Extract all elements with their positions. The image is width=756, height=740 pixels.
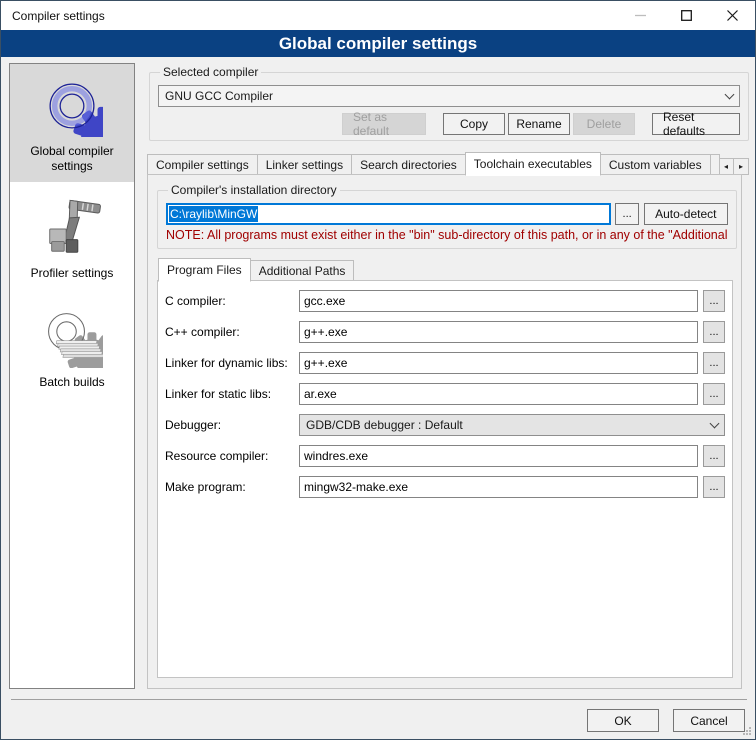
settings-category-list: Global compiler settings xyxy=(9,63,135,689)
resource-compiler-input[interactable] xyxy=(299,445,698,467)
compiler-select[interactable]: GNU GCC Compiler xyxy=(158,85,740,107)
toolchain-executables-page: Compiler's installation directory C:\ray… xyxy=(147,174,742,689)
sidebar-item-label: Profiler settings xyxy=(31,266,114,281)
program-files-panel: C compiler: ... C++ compiler: ... Linker… xyxy=(157,280,733,678)
form-row-debugger: Debugger: GDB/CDB debugger : Default xyxy=(165,414,725,436)
caliper-icon xyxy=(40,196,104,260)
sidebar-item-profiler-settings[interactable]: Profiler settings xyxy=(10,186,134,289)
rename-button[interactable]: Rename xyxy=(508,113,570,135)
form-row-c-compiler: C compiler: ... xyxy=(165,290,725,312)
cpp-compiler-label: C++ compiler: xyxy=(165,325,299,339)
installation-directory-note: NOTE: All programs must exist either in … xyxy=(166,228,728,242)
form-row-make-program: Make program: ... xyxy=(165,476,725,498)
copy-button[interactable]: Copy xyxy=(443,113,505,135)
selected-compiler-group: Selected compiler GNU GCC Compiler Set a… xyxy=(149,65,749,141)
debugger-select-value: GDB/CDB debugger : Default xyxy=(306,418,711,432)
chevron-down-icon xyxy=(725,89,735,99)
make-program-browse-button[interactable]: ... xyxy=(703,476,725,498)
sidebar-item-label: Batch builds xyxy=(39,375,104,390)
titlebar: Compiler settings xyxy=(1,1,755,30)
settings-tabs: Compiler settings Linker settings Search… xyxy=(147,151,749,175)
linker-dynamic-input[interactable] xyxy=(299,352,698,374)
installation-directory-group: Compiler's installation directory C:\ray… xyxy=(157,183,737,249)
tab-linker-settings[interactable]: Linker settings xyxy=(257,154,352,175)
tab-scroll-left-button[interactable]: ◂ xyxy=(718,158,734,175)
linker-static-browse-button[interactable]: ... xyxy=(703,383,725,405)
maximize-icon xyxy=(681,10,692,21)
cancel-button[interactable]: Cancel xyxy=(673,709,745,732)
installation-directory-value: C:\raylib\MinGW xyxy=(169,206,258,222)
form-row-resource-compiler: Resource compiler: ... xyxy=(165,445,725,467)
debugger-select[interactable]: GDB/CDB debugger : Default xyxy=(299,414,725,436)
tab-compiler-settings[interactable]: Compiler settings xyxy=(147,154,258,175)
cpp-compiler-browse-button[interactable]: ... xyxy=(703,321,725,343)
c-compiler-label: C compiler: xyxy=(165,294,299,308)
tab-toolchain-executables[interactable]: Toolchain executables xyxy=(465,152,601,176)
tab-custom-variables[interactable]: Custom variables xyxy=(600,154,711,175)
linker-static-label: Linker for static libs: xyxy=(165,387,299,401)
main-panel: Selected compiler GNU GCC Compiler Set a… xyxy=(147,63,749,689)
delete-button[interactable]: Delete xyxy=(573,113,635,135)
dialog-header-banner: Global compiler settings xyxy=(1,30,755,57)
compiler-select-value: GNU GCC Compiler xyxy=(165,89,726,103)
debugger-label: Debugger: xyxy=(165,418,299,432)
form-row-linker-static: Linker for static libs: ... xyxy=(165,383,725,405)
sidebar-item-batch-builds[interactable]: Batch builds xyxy=(10,295,134,398)
tab-program-files[interactable]: Program Files xyxy=(158,258,251,282)
compiler-buttons-row: Set as default Copy Rename Delete Reset … xyxy=(158,113,740,135)
minimize-icon xyxy=(635,10,646,21)
footer-buttons: OK Cancel xyxy=(587,709,745,732)
form-row-cpp-compiler: C++ compiler: ... xyxy=(165,321,725,343)
set-as-default-button[interactable]: Set as default xyxy=(342,113,426,135)
make-program-input[interactable] xyxy=(299,476,698,498)
resource-compiler-label: Resource compiler: xyxy=(165,449,299,463)
auto-detect-button[interactable]: Auto-detect xyxy=(644,203,727,225)
minimize-button[interactable] xyxy=(617,1,663,30)
tab-build-options[interactable]: Build xyxy=(710,154,720,175)
resource-compiler-browse-button[interactable]: ... xyxy=(703,445,725,467)
tab-additional-paths[interactable]: Additional Paths xyxy=(250,260,355,281)
sidebar-item-global-compiler-settings[interactable]: Global compiler settings xyxy=(10,64,134,182)
compiler-settings-dialog: Compiler settings Global compiler settin… xyxy=(0,0,756,740)
maximize-button[interactable] xyxy=(663,1,709,30)
cpp-compiler-input[interactable] xyxy=(299,321,698,343)
c-compiler-browse-button[interactable]: ... xyxy=(703,290,725,312)
linker-dynamic-browse-button[interactable]: ... xyxy=(703,352,725,374)
ok-button[interactable]: OK xyxy=(587,709,659,732)
window-title: Compiler settings xyxy=(1,9,105,23)
make-program-label: Make program: xyxy=(165,480,299,494)
sidebar-item-label: Global compiler settings xyxy=(14,144,130,174)
footer-separator xyxy=(11,699,747,700)
linker-static-input[interactable] xyxy=(299,383,698,405)
installation-directory-browse-button[interactable]: ... xyxy=(615,203,639,225)
blue-gear-icon xyxy=(40,74,104,138)
close-icon xyxy=(727,10,738,21)
tab-search-directories[interactable]: Search directories xyxy=(351,154,466,175)
tab-scroll-arrows: ◂ ▸ xyxy=(719,158,749,175)
dialog-header-title: Global compiler settings xyxy=(279,34,477,54)
resize-grip[interactable] xyxy=(742,726,752,736)
tab-scroll-right-button[interactable]: ▸ xyxy=(733,158,749,175)
grey-gear-stack-icon xyxy=(40,305,104,369)
reset-defaults-button[interactable]: Reset defaults xyxy=(652,113,740,135)
selected-compiler-group-label: Selected compiler xyxy=(160,65,261,79)
installation-directory-input[interactable]: C:\raylib\MinGW xyxy=(166,203,611,225)
window-controls xyxy=(617,1,755,30)
close-button[interactable] xyxy=(709,1,755,30)
installation-directory-group-label: Compiler's installation directory xyxy=(168,183,340,197)
program-tabs: Program Files Additional Paths xyxy=(157,258,732,281)
chevron-down-icon xyxy=(710,418,720,428)
c-compiler-input[interactable] xyxy=(299,290,698,312)
form-row-linker-dynamic: Linker for dynamic libs: ... xyxy=(165,352,725,374)
linker-dynamic-label: Linker for dynamic libs: xyxy=(165,356,299,370)
